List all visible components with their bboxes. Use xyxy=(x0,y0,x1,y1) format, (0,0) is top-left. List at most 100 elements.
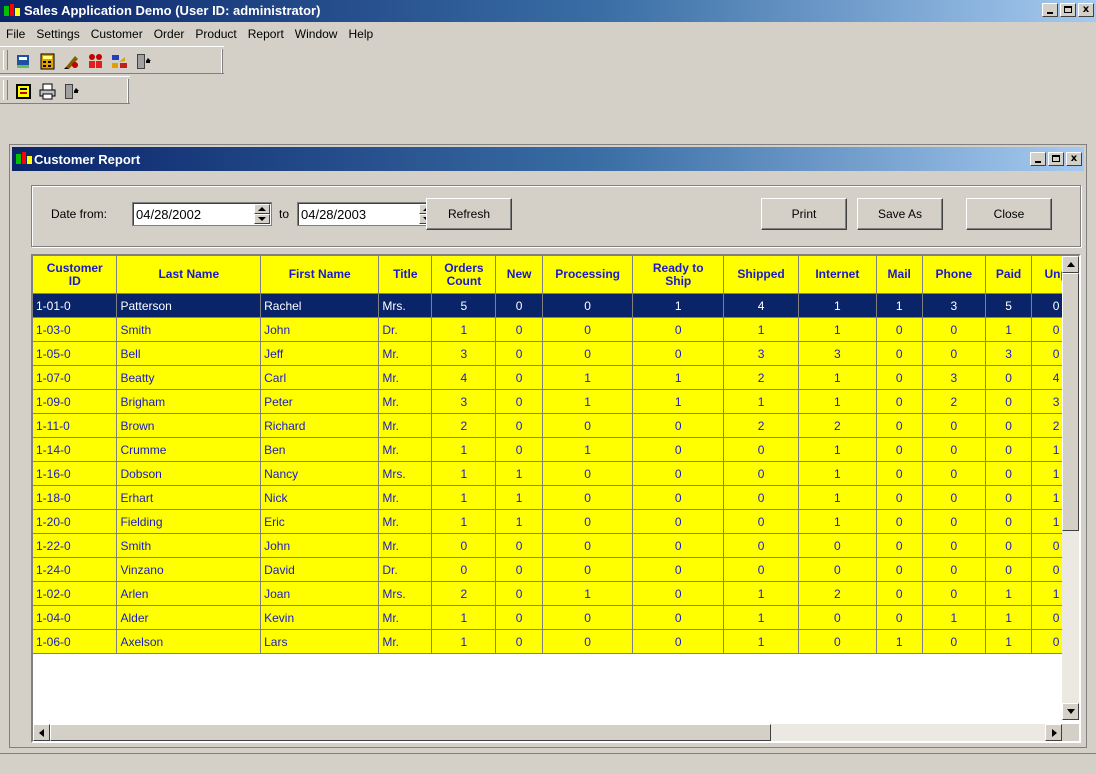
table-cell[interactable]: 0 xyxy=(495,389,543,414)
table-cell[interactable]: 0 xyxy=(985,365,1033,390)
table-cell[interactable]: 0 xyxy=(922,629,986,654)
table-cell[interactable]: 0 xyxy=(922,437,986,462)
print-toolbar-button[interactable] xyxy=(38,82,56,100)
report-button[interactable] xyxy=(14,82,32,100)
table-cell[interactable]: Dr. xyxy=(378,557,433,582)
table-cell[interactable]: 0 xyxy=(632,605,725,630)
toolbar-grip[interactable] xyxy=(3,50,8,70)
column-header[interactable]: Unp xyxy=(1031,256,1062,294)
report-minimize-button[interactable] xyxy=(1030,152,1046,166)
table-cell[interactable]: 0 xyxy=(922,461,986,486)
menu-order[interactable]: Order xyxy=(154,27,185,41)
column-header[interactable]: New xyxy=(495,256,543,294)
table-row[interactable]: 1-11-0 Brown Richard Mr. 2 0 0 0 2 2 0 0 0 2 xyxy=(33,413,1062,438)
customers-button[interactable] xyxy=(86,52,104,70)
table-cell[interactable]: 1 xyxy=(798,485,877,510)
table-cell[interactable]: 1 xyxy=(431,605,497,630)
table-cell[interactable]: 1-09-0 xyxy=(33,389,118,414)
table-cell[interactable]: 1 xyxy=(922,605,986,630)
table-cell[interactable]: Mr. xyxy=(378,509,433,534)
table-cell[interactable]: 1-11-0 xyxy=(33,413,118,438)
table-cell[interactable]: 1-16-0 xyxy=(33,461,118,486)
table-cell[interactable]: 5 xyxy=(985,293,1033,318)
table-cell[interactable]: 1-03-0 xyxy=(33,317,118,342)
table-cell[interactable]: 1-20-0 xyxy=(33,509,118,534)
table-cell[interactable]: Jeff xyxy=(260,341,380,366)
column-header[interactable]: Paid xyxy=(985,256,1033,294)
table-cell[interactable]: 0 xyxy=(922,413,986,438)
table-cell[interactable]: Carl xyxy=(260,365,380,390)
table-cell[interactable]: 2 xyxy=(922,389,986,414)
menu-settings[interactable]: Settings xyxy=(36,27,79,41)
table-cell[interactable]: 0 xyxy=(495,629,543,654)
table-cell[interactable]: 1 xyxy=(632,389,725,414)
print-button[interactable]: Print xyxy=(761,198,847,230)
table-cell[interactable]: 1 xyxy=(1031,485,1062,510)
table-cell[interactable]: 0 xyxy=(1031,605,1062,630)
table-cell[interactable]: 1-06-0 xyxy=(33,629,118,654)
refresh-button[interactable]: Refresh xyxy=(426,198,512,230)
table-row[interactable]: 1-05-0 Bell Jeff Mr. 3 0 0 0 3 3 0 0 3 0 xyxy=(33,341,1062,366)
table-cell[interactable]: 0 xyxy=(922,317,986,342)
table-cell[interactable]: 1-18-0 xyxy=(33,485,118,510)
table-cell[interactable]: 1 xyxy=(632,365,725,390)
table-cell[interactable]: 3 xyxy=(922,293,986,318)
column-header[interactable]: Last Name xyxy=(116,256,262,294)
table-cell[interactable]: Mrs. xyxy=(378,581,433,606)
table-cell[interactable]: 1-07-0 xyxy=(33,365,118,390)
table-cell[interactable]: 1-01-0 xyxy=(33,293,118,318)
table-cell[interactable]: 0 xyxy=(495,365,543,390)
table-cell[interactable]: 3 xyxy=(1031,389,1062,414)
date-to-field[interactable]: 04/28/2003 xyxy=(297,202,437,226)
table-cell[interactable]: 1 xyxy=(431,317,497,342)
table-cell[interactable]: 0 xyxy=(876,581,923,606)
table-cell[interactable]: 1 xyxy=(723,581,800,606)
table-cell[interactable]: 0 xyxy=(632,533,725,558)
table-cell[interactable]: 0 xyxy=(632,485,725,510)
column-header[interactable]: Internet xyxy=(798,256,877,294)
table-cell[interactable]: 0 xyxy=(985,557,1033,582)
table-cell[interactable]: 1 xyxy=(723,317,800,342)
table-cell[interactable]: 3 xyxy=(985,341,1033,366)
table-cell[interactable]: 1-14-0 xyxy=(33,437,118,462)
vertical-scrollbar[interactable] xyxy=(1062,256,1079,720)
table-cell[interactable]: 0 xyxy=(542,605,634,630)
table-cell[interactable]: 1 xyxy=(1031,581,1062,606)
table-cell[interactable]: 0 xyxy=(985,509,1033,534)
table-cell[interactable]: 1 xyxy=(798,509,877,534)
table-row[interactable]: 1-07-0 Beatty Carl Mr. 4 0 1 1 2 1 0 3 0 4 xyxy=(33,365,1062,390)
column-header[interactable]: Title xyxy=(378,256,433,294)
toolbar-grip[interactable] xyxy=(3,80,8,100)
table-row[interactable]: 1-20-0 Fielding Eric Mr. 1 1 0 0 0 1 0 0 0 1 xyxy=(33,509,1062,534)
table-cell[interactable]: 1 xyxy=(495,461,543,486)
table-row[interactable]: 1-16-0 Dobson Nancy Mrs. 1 1 0 0 0 1 0 0 0 1 xyxy=(33,461,1062,486)
table-cell[interactable]: 0 xyxy=(495,317,543,342)
table-cell[interactable]: 0 xyxy=(798,533,877,558)
table-cell[interactable]: Peter xyxy=(260,389,380,414)
scroll-down-icon[interactable] xyxy=(1062,703,1079,720)
table-cell[interactable]: 1 xyxy=(542,365,634,390)
close-report-button[interactable]: Close xyxy=(966,198,1052,230)
table-cell[interactable]: 1 xyxy=(798,461,877,486)
customer-grid[interactable]: Customer ID Last Name First Name Title Orders… xyxy=(31,254,1081,743)
table-cell[interactable]: 3 xyxy=(431,389,497,414)
table-row[interactable]: 1-09-0 Brigham Peter Mr. 3 0 1 1 1 1 0 2 0 3 xyxy=(33,389,1062,414)
table-cell[interactable]: Dobson xyxy=(116,461,262,486)
table-cell[interactable]: 0 xyxy=(1031,533,1062,558)
table-cell[interactable]: 0 xyxy=(985,461,1033,486)
date-from-spinner[interactable] xyxy=(254,204,270,224)
table-cell[interactable]: Mr. xyxy=(378,437,433,462)
table-cell[interactable]: 2 xyxy=(798,581,877,606)
table-cell[interactable]: Arlen xyxy=(116,581,262,606)
table-cell[interactable]: 0 xyxy=(1031,293,1062,318)
table-cell[interactable]: 1-22-0 xyxy=(33,533,118,558)
table-cell[interactable]: 0 xyxy=(922,581,986,606)
table-cell[interactable]: 1 xyxy=(798,317,877,342)
save-as-button[interactable]: Save As xyxy=(857,198,943,230)
book-button[interactable] xyxy=(14,52,32,70)
table-cell[interactable]: Rachel xyxy=(260,293,380,318)
menu-window[interactable]: Window xyxy=(295,27,338,41)
table-cell[interactable]: 0 xyxy=(985,533,1033,558)
table-cell[interactable]: 1 xyxy=(542,437,634,462)
table-cell[interactable]: John xyxy=(260,533,380,558)
